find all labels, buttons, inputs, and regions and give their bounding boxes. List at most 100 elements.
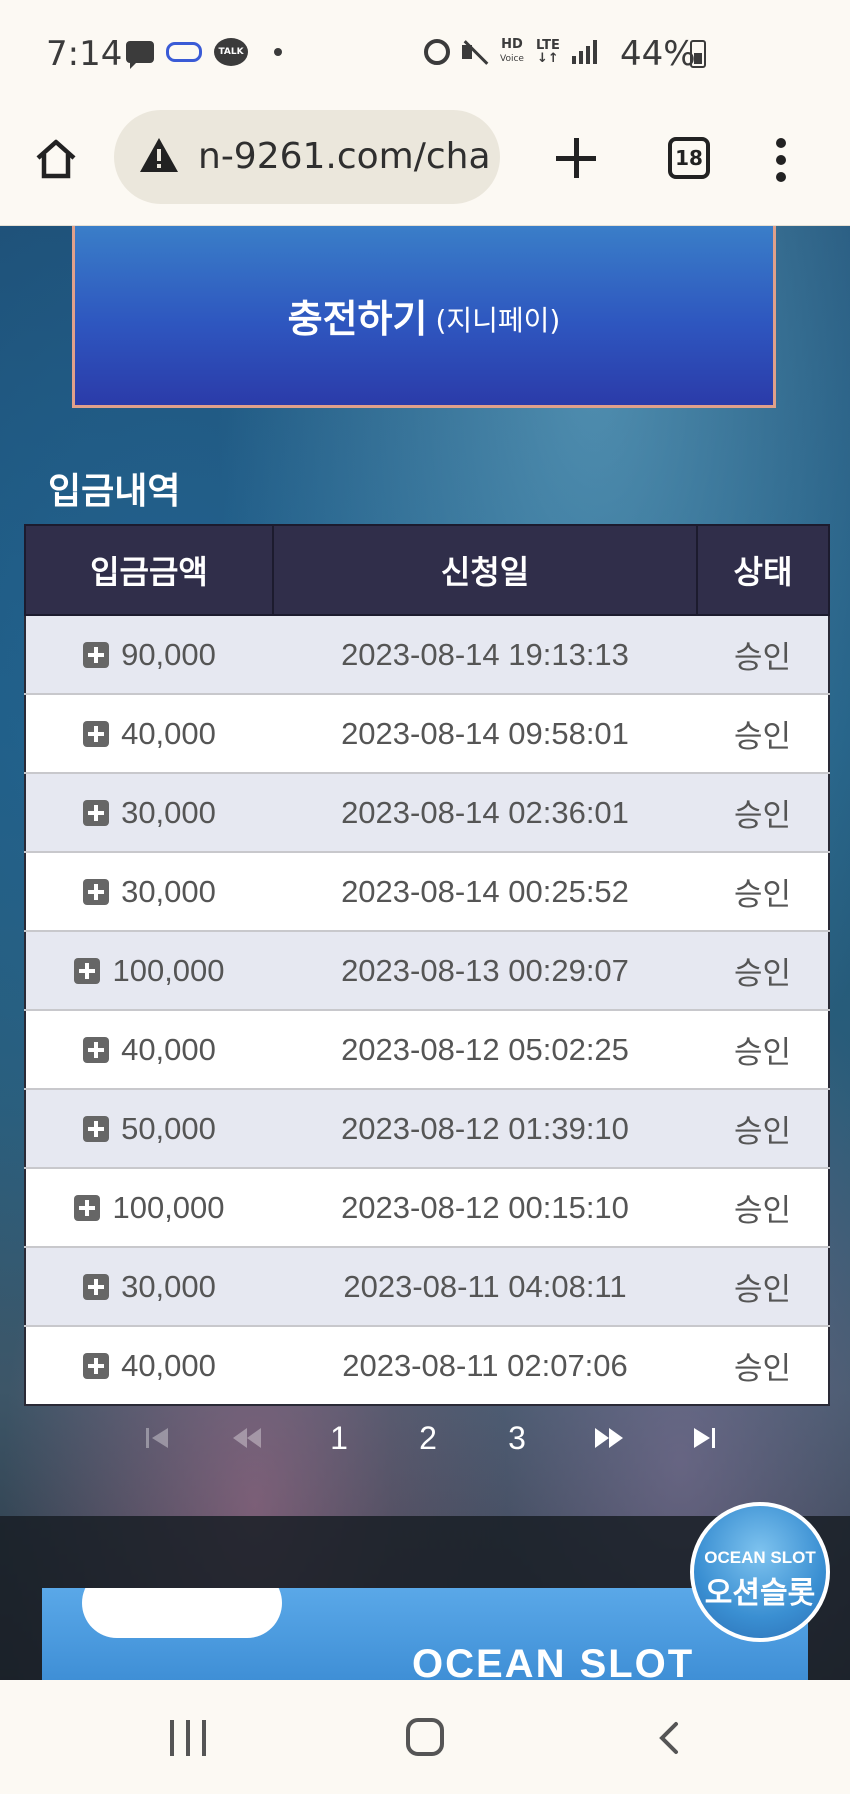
expand-plus-icon[interactable] — [83, 720, 110, 747]
status-cell: 승인 — [697, 693, 829, 774]
first-page-icon[interactable] — [142, 1408, 172, 1468]
url-text[interactable]: n-9261.com/char — [198, 136, 488, 177]
expand-plus-icon[interactable] — [83, 878, 110, 905]
date-cell: 2023-08-12 01:39:10 — [273, 1088, 697, 1169]
date-cell: 2023-08-12 05:02:25 — [273, 1009, 697, 1090]
amount-cell[interactable]: 90,000 — [25, 614, 273, 695]
system-icons: HD Voice LTE ↓↑ — [424, 38, 597, 66]
status-cell: 승인 — [697, 614, 829, 695]
date-cell: 2023-08-13 00:29:07 — [273, 930, 697, 1011]
link-icon — [166, 42, 202, 62]
signal-icon — [571, 40, 597, 64]
address-bar[interactable]: n-9261.com/char — [114, 110, 500, 204]
next-pages-icon[interactable] — [592, 1408, 626, 1468]
header-amount: 입금금액 — [24, 524, 274, 616]
status-cell: 승인 — [697, 1167, 829, 1248]
status-cell: 승인 — [697, 1088, 829, 1169]
expand-plus-icon[interactable] — [83, 1115, 110, 1142]
home-button-icon[interactable] — [406, 1718, 444, 1756]
amount-cell[interactable]: 30,000 — [25, 1246, 273, 1327]
status-cell: 승인 — [697, 1246, 829, 1327]
expand-plus-icon[interactable] — [83, 641, 110, 668]
date-cell: 2023-08-14 09:58:01 — [273, 693, 697, 774]
deposit-history-table: 입금금액 신청일 상태 90,000 2023-08-14 19:13:13 승… — [24, 524, 830, 1406]
page-2-link[interactable]: 2 — [411, 1408, 445, 1468]
page-1-link[interactable]: 1 — [322, 1408, 356, 1468]
logo-text-ko: 오션슬롯 — [704, 1576, 816, 1611]
table-row[interactable]: 40,000 2023-08-14 09:58:01 승인 — [25, 693, 829, 774]
expand-plus-icon[interactable] — [83, 1036, 110, 1063]
table-row[interactable]: 100,000 2023-08-12 00:15:10 승인 — [25, 1167, 829, 1248]
charge-button-label: 충전하기 — [287, 297, 428, 341]
table-row[interactable]: 100,000 2023-08-13 00:29:07 승인 — [25, 930, 829, 1011]
status-time: 7:14 — [46, 34, 123, 74]
tab-switcher-button[interactable]: 18 — [668, 137, 710, 179]
amount-cell[interactable]: 50,000 — [25, 1088, 273, 1169]
date-cell: 2023-08-12 00:15:10 — [273, 1167, 697, 1248]
amount-cell[interactable]: 40,000 — [25, 1325, 273, 1406]
warning-icon[interactable] — [138, 136, 180, 174]
date-cell: 2023-08-14 02:36:01 — [273, 772, 697, 853]
page-3-link[interactable]: 3 — [500, 1408, 534, 1468]
expand-plus-icon[interactable] — [83, 1352, 110, 1379]
amount-cell[interactable]: 100,000 — [25, 930, 273, 1011]
android-nav-bar — [0, 1680, 850, 1794]
expand-plus-icon[interactable] — [83, 799, 110, 826]
date-cell: 2023-08-11 04:08:11 — [273, 1246, 697, 1327]
cloud-graphic — [82, 1588, 282, 1638]
expand-plus-icon[interactable] — [74, 957, 101, 984]
last-page-icon[interactable] — [690, 1408, 720, 1468]
table-row[interactable]: 30,000 2023-08-14 02:36:01 승인 — [25, 772, 829, 853]
back-icon[interactable] — [652, 1720, 688, 1756]
browser-toolbar: n-9261.com/char 18 — [0, 110, 850, 226]
banner-text: OCEAN SLOT — [412, 1642, 695, 1680]
logo-text-en: OCEAN SLOT — [704, 1548, 816, 1567]
charge-button[interactable]: 충전하기 (지니페이) — [72, 226, 776, 408]
date-cell: 2023-08-11 02:07:06 — [273, 1325, 697, 1406]
table-row[interactable]: 30,000 2023-08-11 04:08:11 승인 — [25, 1246, 829, 1327]
alarm-icon — [424, 39, 450, 65]
amount-cell[interactable]: 100,000 — [25, 1167, 273, 1248]
status-cell: 승인 — [697, 851, 829, 932]
message-icon — [126, 41, 154, 69]
battery-icon — [690, 40, 706, 68]
battery-percent: 44% — [620, 34, 696, 74]
status-cell: 승인 — [697, 772, 829, 853]
amount-cell[interactable]: 40,000 — [25, 1009, 273, 1090]
table-row[interactable]: 30,000 2023-08-14 00:25:52 승인 — [25, 851, 829, 932]
kakaotalk-icon: TALK — [214, 38, 248, 66]
ocean-slot-logo[interactable]: OCEAN SLOT 오션슬롯 — [690, 1502, 830, 1642]
header-date: 신청일 — [272, 524, 698, 616]
header-status: 상태 — [696, 524, 830, 616]
more-notifications-dot-icon — [274, 48, 282, 56]
notification-icons: TALK — [126, 38, 282, 69]
table-header-row: 입금금액 신청일 상태 — [24, 524, 830, 616]
table-row[interactable]: 50,000 2023-08-12 01:39:10 승인 — [25, 1088, 829, 1169]
date-cell: 2023-08-14 19:13:13 — [273, 614, 697, 695]
mute-icon — [462, 39, 488, 65]
expand-plus-icon[interactable] — [83, 1273, 110, 1300]
web-page-content: 충전하기 (지니페이) 입금내역 입금금액 신청일 상태 90,000 2023… — [0, 226, 850, 1680]
status-cell: 승인 — [697, 1009, 829, 1090]
status-cell: 승인 — [697, 930, 829, 1011]
more-menu-icon[interactable] — [776, 138, 786, 182]
table-row[interactable]: 40,000 2023-08-12 05:02:25 승인 — [25, 1009, 829, 1090]
recent-apps-icon[interactable] — [170, 1720, 206, 1756]
hd-voice-icon: HD Voice — [500, 37, 524, 64]
deposit-history-title: 입금내역 — [48, 471, 181, 512]
home-icon[interactable] — [34, 136, 78, 180]
amount-cell[interactable]: 30,000 — [25, 772, 273, 853]
table-row[interactable]: 40,000 2023-08-11 02:07:06 승인 — [25, 1325, 829, 1406]
status-cell: 승인 — [697, 1325, 829, 1406]
table-row[interactable]: 90,000 2023-08-14 19:13:13 승인 — [25, 614, 829, 695]
amount-cell[interactable]: 40,000 — [25, 693, 273, 774]
expand-plus-icon[interactable] — [74, 1194, 101, 1221]
prev-pages-icon[interactable] — [230, 1408, 264, 1468]
amount-cell[interactable]: 30,000 — [25, 851, 273, 932]
pagination: 1 2 3 — [0, 1408, 850, 1468]
date-cell: 2023-08-14 00:25:52 — [273, 851, 697, 932]
charge-button-sublabel: (지니페이) — [435, 303, 561, 337]
status-bar: 7:14 TALK HD Voice LTE ↓↑ 44% — [0, 0, 850, 110]
new-tab-icon[interactable] — [556, 138, 596, 178]
lte-icon: LTE ↓↑ — [535, 38, 560, 66]
